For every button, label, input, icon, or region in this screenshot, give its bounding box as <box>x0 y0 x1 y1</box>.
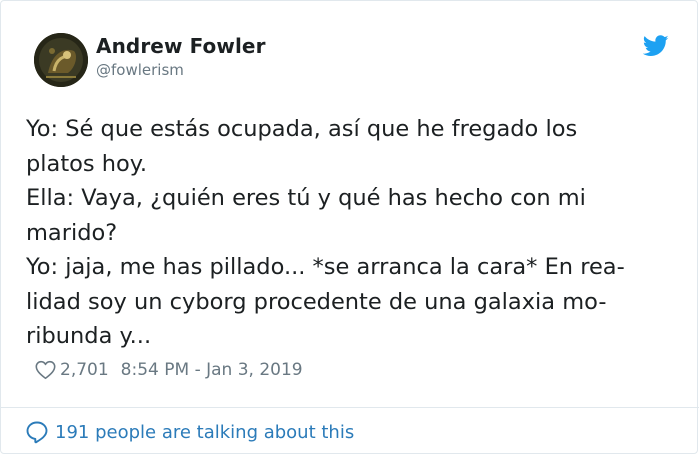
tweet-card: Andrew Fowler @fowlerism Yo: Sé que está… <box>0 0 699 454</box>
heart-icon[interactable] <box>35 360 56 380</box>
tweet-timestamp[interactable]: 8:54 PM - Jan 3, 2019 <box>121 360 303 380</box>
tweet-line: Yo: jaja, me has pillado... *se arranca … <box>26 254 625 280</box>
like-count[interactable]: 2,701 <box>60 360 109 380</box>
tweet-line: Yo: Sé que estás ocupada, así que he fre… <box>26 116 578 142</box>
tweet-text: Yo: Sé que estás ocupada, así que he fre… <box>26 112 676 354</box>
tweet-line: lidad soy un cyborg procedente de una ga… <box>26 288 607 315</box>
author-handle[interactable]: @fowlerism <box>96 61 184 79</box>
tweet-line: platos hoy. <box>26 150 148 177</box>
avatar[interactable] <box>34 33 88 87</box>
conversation-link[interactable]: 191 people are talking about this <box>25 420 354 444</box>
twitter-bird-icon[interactable] <box>642 35 669 57</box>
divider <box>1 407 699 408</box>
conversation-text[interactable]: 191 people are talking about this <box>55 422 354 443</box>
tweet-line: marido? <box>26 219 118 246</box>
tweet-meta: 2,701 8:54 PM - Jan 3, 2019 <box>35 358 303 382</box>
tweet-line: ribunda y... <box>26 323 152 349</box>
speech-bubble-icon <box>25 420 49 444</box>
author-name[interactable]: Andrew Fowler <box>96 34 266 58</box>
tweet-line: Ella: Vaya, ¿quién eres tú y qué has hec… <box>26 185 586 211</box>
